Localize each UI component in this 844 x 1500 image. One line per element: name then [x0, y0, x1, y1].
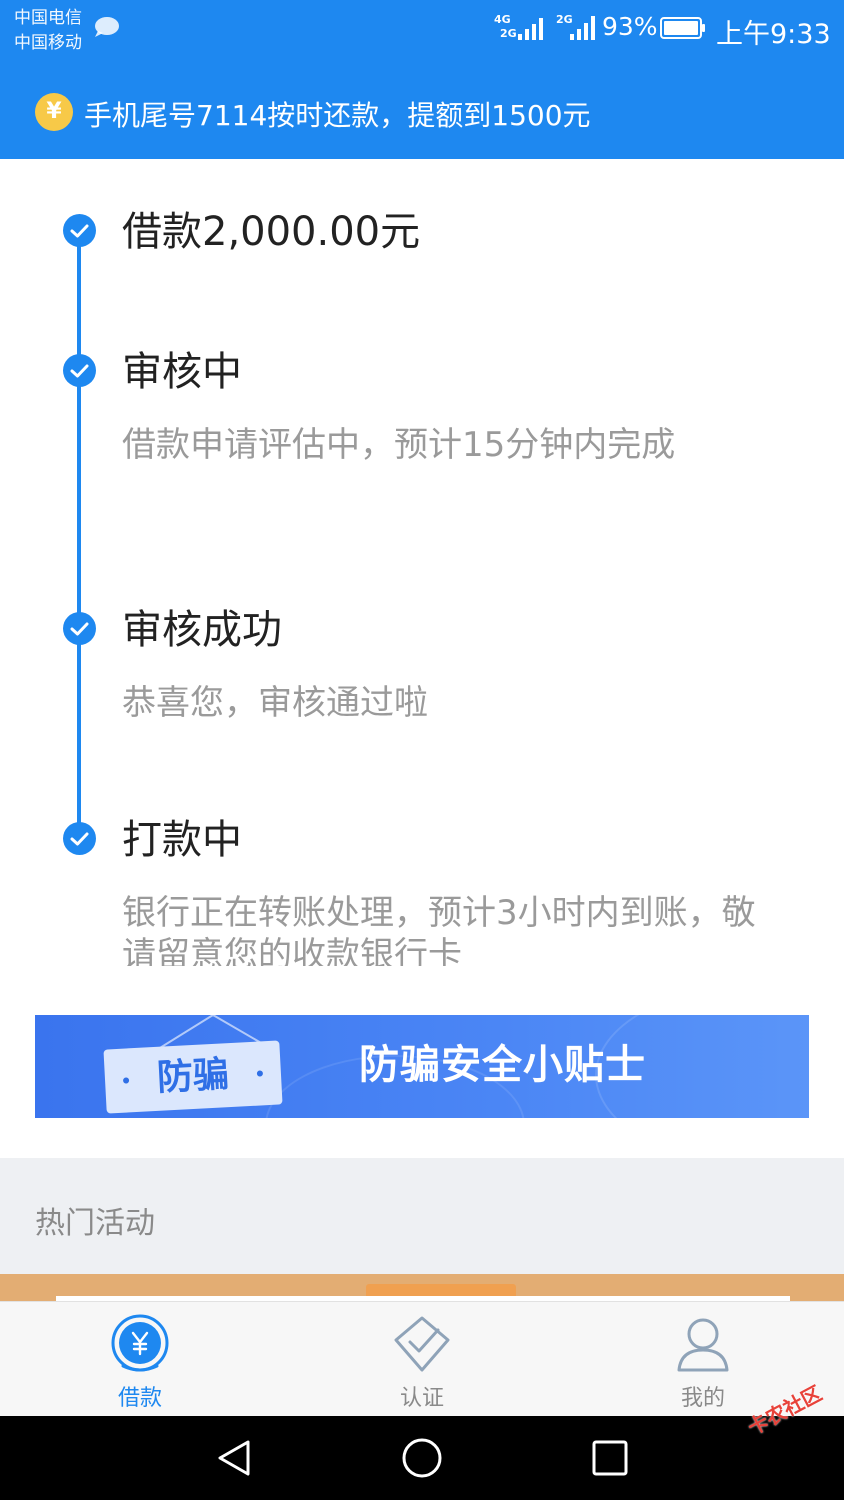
status-bar: 中国电信 中国移动 4G 2G 2G 93% 上午9:33: [0, 0, 844, 82]
fraud-tag: 防骗: [103, 1040, 283, 1114]
nav-label-loan: 借款: [117, 1386, 162, 1411]
fraud-tag-text: 防骗: [155, 1054, 230, 1099]
signal-2-icon: [570, 16, 595, 40]
carrier-2: 中国移动: [14, 33, 82, 53]
yen-circle-icon: [111, 1314, 169, 1372]
back-icon[interactable]: [212, 1436, 256, 1480]
carrier-info: 中国电信 中国移动: [14, 6, 82, 56]
clock: 上午9:33: [716, 19, 831, 50]
banner-message: 手机尾号7114按时还款，提额到1500元: [84, 99, 591, 132]
step-2-check-icon: [63, 354, 96, 387]
step-3-description: 恭喜您，审核通过啦: [122, 683, 428, 723]
network-type-1-top: 4G: [494, 13, 511, 26]
step-4-description-clip: 银行正在转账处理，预计3小时内到账，敬请留意您的收款银行卡: [122, 892, 762, 966]
nav-label-verify: 认证: [399, 1386, 444, 1411]
repayment-banner[interactable]: ¥ 手机尾号7114按时还款，提额到1500元: [0, 82, 844, 159]
step-1-check-icon: [63, 214, 96, 247]
nav-item-verify[interactable]: 认证: [322, 1302, 522, 1417]
bottom-nav: 借款 认证 我的: [0, 1301, 844, 1416]
step-3-check-icon: [63, 612, 96, 645]
system-nav-bar: [0, 1416, 844, 1500]
recents-icon[interactable]: [588, 1436, 632, 1480]
fraud-banner-title: 防骗安全小贴士: [359, 1042, 646, 1088]
battery-icon: [660, 17, 705, 39]
step-3-title: 审核成功: [122, 607, 282, 653]
step-4-title: 打款中: [122, 817, 242, 863]
home-icon[interactable]: [400, 1436, 444, 1480]
user-icon: [677, 1318, 729, 1372]
carrier-1: 中国电信: [14, 8, 82, 28]
shield-check-icon: [394, 1316, 450, 1372]
step-1-title: 借款2,000.00元: [122, 209, 421, 255]
hot-section-title: 热门活动: [35, 1206, 155, 1241]
nav-item-loan[interactable]: 借款: [40, 1302, 240, 1417]
step-2-description: 借款申请评估中，预计15分钟内完成: [122, 425, 676, 465]
step-4-description: 银行正在转账处理，预计3小时内到账，敬请留意您的收款银行卡: [122, 893, 756, 966]
yen-coin-icon: ¥: [35, 93, 73, 131]
step-4-check-icon: [63, 822, 96, 855]
step-2-title: 审核中: [122, 349, 242, 395]
activity-banner[interactable]: [0, 1274, 844, 1302]
battery-percent: 93%: [602, 12, 658, 41]
timeline-line: [77, 230, 81, 840]
message-icon: [95, 17, 119, 37]
signal-1-icon: [518, 18, 543, 40]
anti-fraud-banner[interactable]: 防骗 防骗安全小贴士: [35, 1015, 809, 1118]
